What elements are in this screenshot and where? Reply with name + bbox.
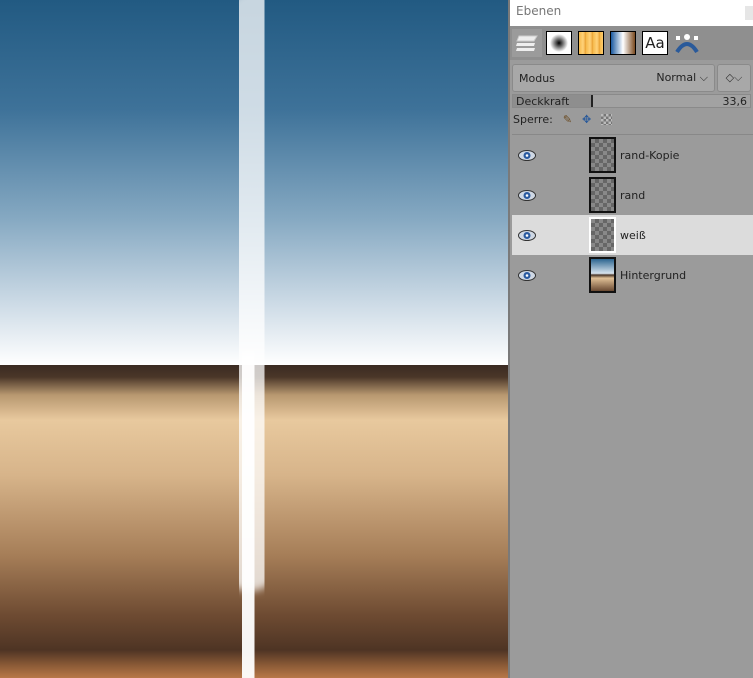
image-canvas[interactable] <box>0 0 508 678</box>
opacity-label: Deckkraft <box>516 94 570 108</box>
panel-titlebar: Ebenen <box>510 0 753 26</box>
lock-pixels-icon[interactable]: ✎ <box>563 113 572 126</box>
layer-name: weiß <box>620 228 646 242</box>
layer-name: Hintergrund <box>620 268 687 282</box>
chevron-down-icon: ⌵ <box>699 71 708 84</box>
gradient-icon <box>610 31 636 55</box>
layer-row[interactable]: Hintergrund <box>512 255 753 295</box>
smoke-column <box>210 0 293 678</box>
opacity-slider[interactable]: Deckkraft 33,6 <box>512 94 751 108</box>
composite-mode-button[interactable]: ◇⌵ <box>717 64 751 92</box>
panel-menu-button[interactable] <box>745 6 753 20</box>
lock-position-icon[interactable]: ✥ <box>582 113 591 126</box>
paths-icon <box>675 34 699 54</box>
lock-alpha-icon[interactable] <box>601 113 613 125</box>
dock-tabs: Aa <box>510 26 753 60</box>
layer-thumbnail <box>589 137 616 173</box>
layer-row-selected[interactable]: weiß <box>512 215 753 255</box>
layers-icon <box>516 35 538 51</box>
layer-list: rand-Kopie rand weiß Hintergrund <box>512 134 753 678</box>
tab-patterns[interactable] <box>576 29 606 57</box>
layer-name: rand <box>620 188 646 202</box>
layer-thumbnail <box>589 257 616 293</box>
eye-icon[interactable] <box>518 189 536 201</box>
mode-select[interactable]: Modus Normal ⌵ <box>512 64 715 92</box>
tab-brushes[interactable] <box>544 29 574 57</box>
layer-row[interactable]: rand <box>512 175 753 215</box>
font-icon: Aa <box>642 31 668 55</box>
layer-row[interactable]: rand-Kopie <box>512 135 753 175</box>
tab-paths[interactable] <box>672 29 702 57</box>
brush-icon <box>546 31 572 55</box>
lock-label: Sperre: <box>513 112 553 126</box>
eye-icon[interactable] <box>518 269 536 281</box>
eye-icon[interactable] <box>518 149 536 161</box>
layer-thumbnail <box>589 177 616 213</box>
tab-layers[interactable] <box>512 29 542 57</box>
tab-fonts[interactable]: Aa <box>640 29 670 57</box>
panel-title: Ebenen <box>516 4 562 18</box>
tab-gradients[interactable] <box>608 29 638 57</box>
pattern-icon <box>578 31 604 55</box>
layer-name: rand-Kopie <box>620 148 680 162</box>
opacity-value: 33,6 <box>722 94 748 108</box>
mode-label: Modus <box>519 71 555 85</box>
layer-thumbnail <box>589 217 616 253</box>
eye-icon[interactable] <box>518 229 536 241</box>
layers-panel: Ebenen Aa Modus Normal ⌵ ◇⌵ Deckkraft 33… <box>508 0 753 678</box>
composite-icon: ◇⌵ <box>725 71 743 84</box>
mode-value: Normal <box>656 71 697 84</box>
lock-row: Sperre: ✎ ✥ <box>510 108 753 130</box>
